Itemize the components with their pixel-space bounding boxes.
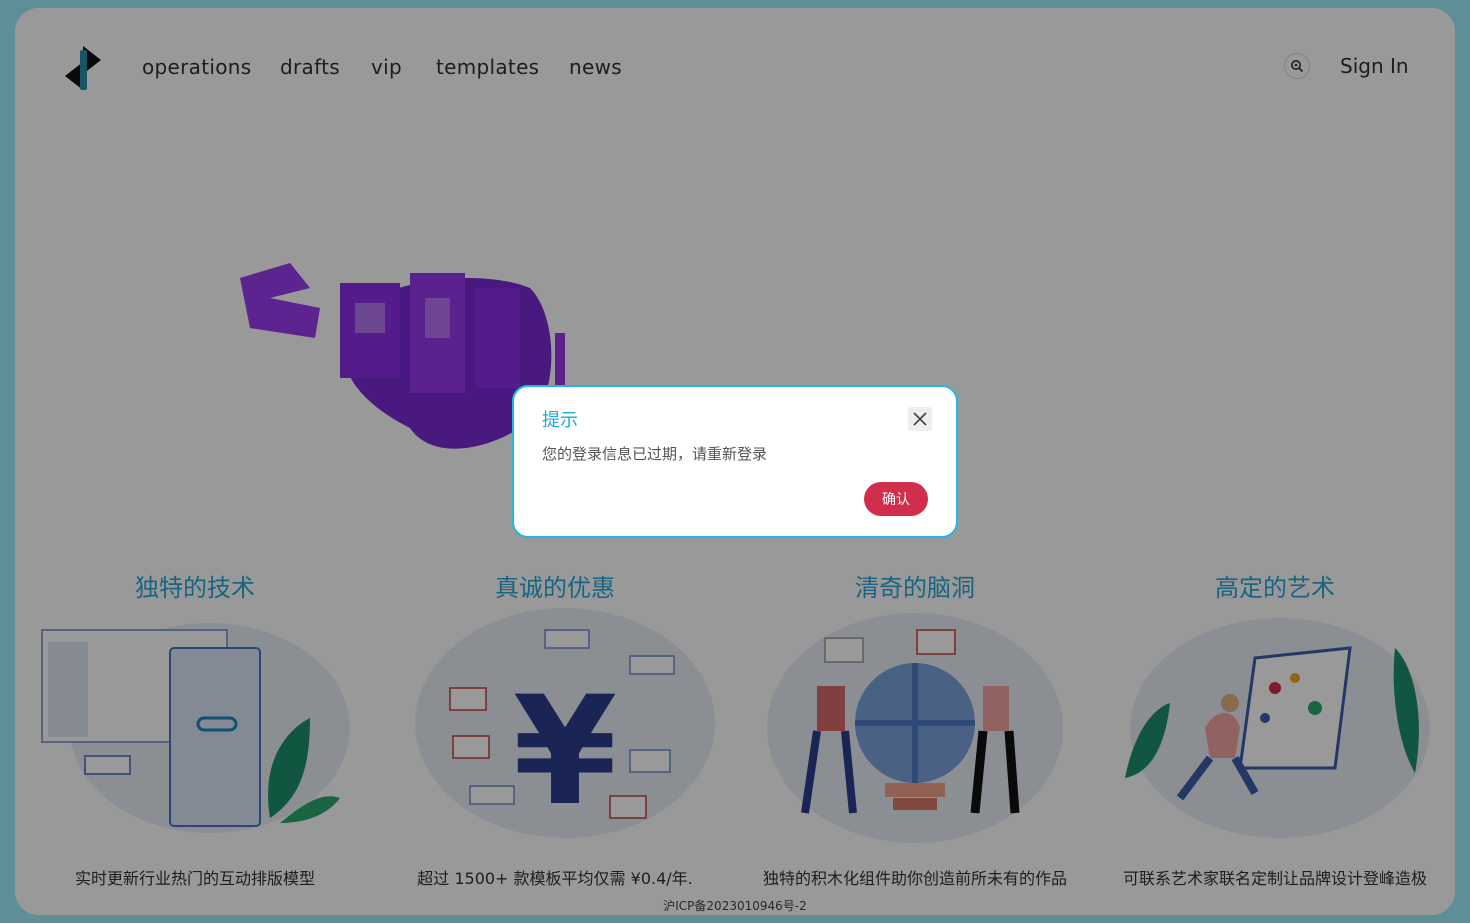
dialog-close-button[interactable]	[908, 407, 932, 431]
confirm-button[interactable]: 确认	[864, 482, 928, 516]
close-icon	[913, 412, 927, 426]
dialog-message: 您的登录信息已过期，请重新登录	[542, 445, 768, 463]
session-expired-dialog: 提示 您的登录信息已过期，请重新登录 确认	[512, 385, 958, 538]
dialog-title: 提示	[542, 410, 578, 431]
